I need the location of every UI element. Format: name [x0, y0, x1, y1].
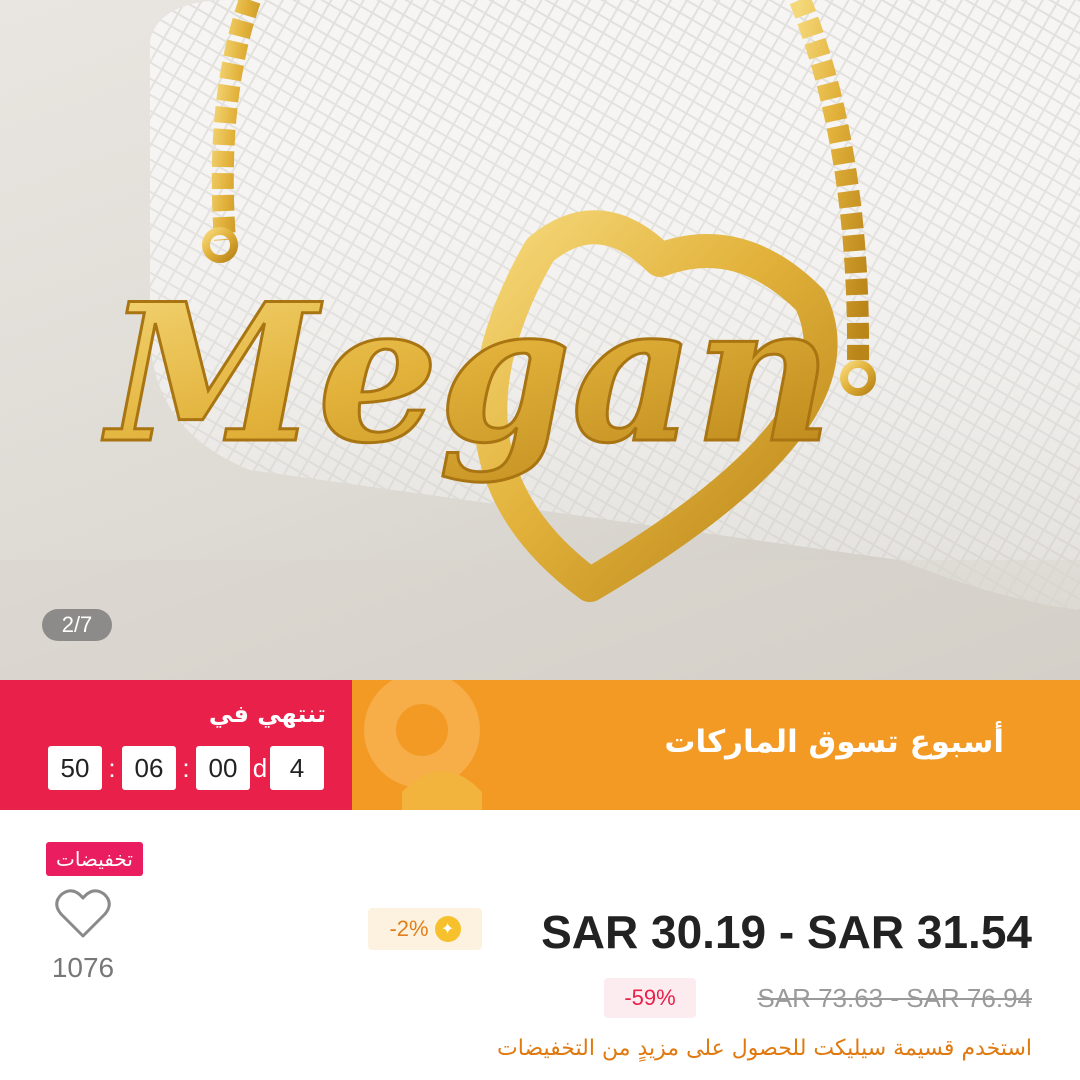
- coupon-discount-badge[interactable]: -2% ✦: [368, 908, 482, 950]
- wishlist-button[interactable]: 1076: [46, 888, 120, 984]
- sale-tag: تخفيضات: [46, 842, 143, 876]
- banner-title: أسبوع تسوق الماركات: [664, 724, 1004, 760]
- coupon-star-icon: ✦: [434, 916, 461, 942]
- banner-decoration: [364, 680, 482, 810]
- wishlist-count: 1076: [51, 952, 115, 983]
- countdown-label: تنتهي في: [208, 700, 326, 728]
- discount-badge: -59%: [604, 978, 696, 1018]
- pendant-name: Megan: [101, 262, 832, 485]
- countdown-days: 4: [270, 746, 324, 790]
- countdown-timer: 50 : 06 : 00 d 4: [48, 746, 324, 790]
- image-counter: 2/7: [42, 609, 112, 641]
- price-range: SAR 30.19 - SAR 31.54: [541, 906, 1032, 958]
- original-price-range: SAR 73.63 - SAR 76.94: [757, 983, 1032, 1013]
- coupon-discount: -2%: [389, 916, 429, 941]
- promo-banner[interactable]: أسبوع تسوق الماركات تنتهي في 50 : 06 : 0…: [0, 680, 1080, 810]
- countdown-separator: :: [182, 752, 190, 783]
- product-image-gallery[interactable]: Megan 2/7: [0, 0, 1080, 680]
- countdown-seconds: 50: [48, 746, 102, 790]
- countdown-minutes: 06: [122, 746, 176, 790]
- product-photo: Megan: [0, 0, 1080, 680]
- countdown-separator: :: [108, 752, 116, 783]
- select-coupon-note[interactable]: استخدم قسيمة سيليكت للحصول على مزيدٍ من …: [497, 1036, 1032, 1061]
- heart-outline-icon[interactable]: [54, 888, 112, 940]
- countdown: تنتهي في 50 : 06 : 00 d 4: [0, 680, 352, 810]
- countdown-days-unit: d: [252, 752, 268, 783]
- countdown-hours: 00: [196, 746, 250, 790]
